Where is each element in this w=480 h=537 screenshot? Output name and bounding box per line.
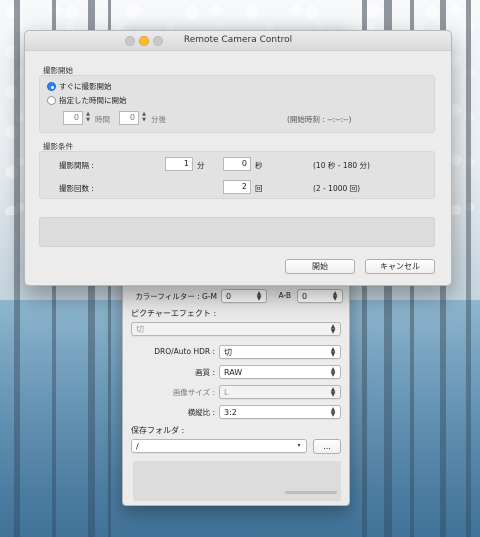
count-input[interactable]: 2 (223, 180, 251, 194)
chevron-down-icon: ▾ (297, 442, 301, 449)
quality-label: 画質 : (195, 368, 215, 377)
interval-minutes-unit: 分 (197, 161, 205, 170)
color-filter-ab-label: A-B (278, 291, 291, 300)
minutes-unit: 分後 (151, 115, 166, 124)
interval-label: 撮影間隔 : (59, 161, 94, 170)
cancel-button[interactable]: キャンセル (365, 259, 435, 274)
dro-select[interactable]: 切 ▲ ▼ (219, 345, 341, 359)
interval-minutes-input[interactable]: 1 (165, 157, 193, 171)
popup-arrows-icon: ▲ ▼ (330, 323, 336, 335)
save-folder-label: 保存フォルダ : (131, 426, 185, 435)
remote-camera-dialog: Remote Camera Control 撮影開始 すぐに撮影開始 指定した時… (24, 30, 452, 286)
minutes-stepper-icon[interactable]: ▲ ▼ (140, 111, 148, 125)
count-label: 撮影回数 : (59, 184, 94, 193)
interval-range-text: (10 秒 - 180 分) (313, 161, 370, 170)
picture-effect-label: ピクチャーエフェクト : (131, 309, 217, 318)
count-range-text: (2 - 1000 回) (313, 184, 361, 193)
image-size-select[interactable]: L ▲ ▼ (219, 385, 341, 399)
popup-arrows-icon: ▲ ▼ (330, 346, 336, 358)
minutes-input[interactable]: 0 (119, 111, 139, 125)
radio-unselected-icon (47, 96, 56, 105)
aspect-label: 横縦比 : (187, 408, 215, 417)
start-button[interactable]: 開始 (285, 259, 355, 274)
hours-stepper-icon[interactable]: ▲ ▼ (84, 111, 92, 125)
interval-seconds-unit: 秒 (255, 161, 263, 170)
dro-label: DRO/Auto HDR : (154, 347, 215, 356)
start-time-text: (開始時刻 : --:--:--) (287, 115, 352, 124)
stepper-arrows-icon: ▲ ▼ (332, 290, 338, 302)
progress-bar (285, 491, 337, 494)
aspect-select[interactable]: 3:2 ▲ ▼ (219, 405, 341, 419)
radio-selected-icon (47, 82, 56, 91)
dialog-title: Remote Camera Control (183, 35, 293, 45)
dialog-titlebar[interactable]: Remote Camera Control (25, 31, 451, 51)
radio-start-immediately[interactable]: すぐに撮影開始 (47, 81, 112, 92)
color-filter-ab-select[interactable]: 0 ▲ ▼ (297, 289, 343, 303)
color-filter-label: カラーフィルター : G-M (135, 292, 217, 301)
save-folder-select[interactable]: / ▾ (131, 439, 307, 453)
popup-arrows-icon: ▲ ▼ (330, 386, 336, 398)
browse-folder-button[interactable]: ... (313, 439, 341, 454)
count-unit: 回 (255, 184, 263, 193)
preview-area (133, 461, 341, 501)
stepper-arrows-icon: ▲ ▼ (256, 290, 262, 302)
popup-arrows-icon: ▲ ▼ (330, 406, 336, 418)
hours-unit: 時間 (95, 115, 110, 124)
image-size-label: 画像サイズ : (172, 388, 215, 397)
quality-select[interactable]: RAW ▲ ▼ (219, 365, 341, 379)
color-filter-gm-select[interactable]: 0 ▲ ▼ (221, 289, 267, 303)
radio-start-scheduled[interactable]: 指定した時間に開始 (47, 95, 127, 106)
interval-seconds-input[interactable]: 0 (223, 157, 251, 171)
picture-effect-select[interactable]: 切 ▲ ▼ (131, 322, 341, 336)
popup-arrows-icon: ▲ ▼ (330, 366, 336, 378)
hours-input[interactable]: 0 (63, 111, 83, 125)
status-message-area (39, 217, 435, 247)
